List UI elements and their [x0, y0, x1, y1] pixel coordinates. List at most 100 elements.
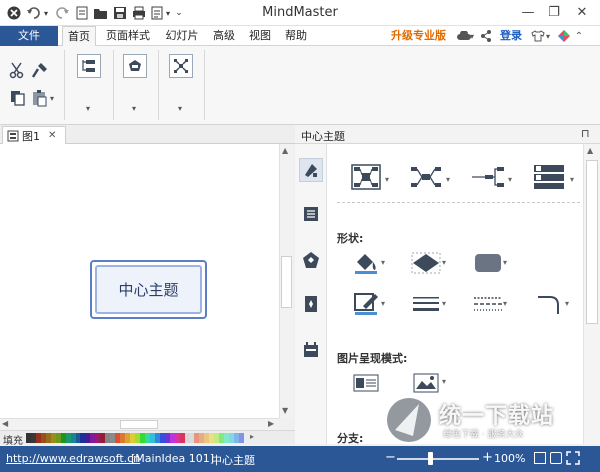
image-left-button[interactable] [349, 368, 383, 398]
title-bar: ▾ ▾ ⌄ MindMaster — ❐ ✕ [0, 0, 600, 26]
selected-topic-name: 中心主题 [211, 454, 255, 467]
panel-scroll-up-icon[interactable]: ▲ [587, 146, 593, 155]
cloud-dropdown-icon[interactable]: ▾ [468, 28, 476, 44]
collapse-ribbon-icon[interactable]: ⌃ [574, 28, 584, 44]
line-dash-button[interactable] [471, 289, 505, 319]
shape-section-label: 形状: [337, 232, 364, 245]
line-weight-button[interactable] [409, 289, 443, 319]
layout-map-button[interactable] [349, 162, 383, 192]
selection-info: [MainIdea 101] [131, 452, 215, 465]
edraw-logo-icon[interactable] [556, 28, 572, 44]
paste-icon[interactable] [30, 88, 50, 108]
topic-dropdown-icon[interactable]: ▾ [86, 104, 90, 113]
ribbon-tabs: 文件 首页 页面样式 幻灯片 高级 视图 帮助 升级专业版 ▾ 登录 ▾ ⌃ [0, 26, 600, 47]
tab-home[interactable]: 首页 [62, 26, 96, 47]
fit-width-icon[interactable] [550, 452, 562, 464]
outline-tab-icon[interactable] [299, 202, 323, 226]
scroll-left-icon[interactable]: ◀ [2, 419, 8, 428]
style-tab-icon[interactable] [299, 158, 323, 182]
insert-topic-button[interactable] [77, 54, 101, 78]
layout-dropdown-icon[interactable]: ▾ [178, 104, 182, 113]
clipart-tab-icon[interactable] [299, 248, 323, 272]
shape-diamond-dropdown-icon[interactable]: ▾ [442, 258, 446, 267]
scroll-up-icon[interactable]: ▲ [282, 146, 288, 155]
canvas-horizontal-scrollbar[interactable]: ◀ ▶ [0, 418, 279, 430]
calendar-tab-icon[interactable] [299, 338, 323, 362]
ribbon-separator [113, 50, 114, 120]
line-dash-dropdown-icon[interactable]: ▾ [503, 299, 507, 308]
close-button[interactable]: ✕ [570, 2, 594, 22]
tab-page-style[interactable]: 页面样式 [100, 26, 156, 46]
horizontal-scroll-thumb[interactable] [120, 420, 158, 429]
corner-style-button[interactable] [532, 289, 566, 319]
canvas-vertical-scrollbar[interactable]: ▲ ▼ [279, 144, 293, 418]
format-painter-icon[interactable] [30, 60, 50, 80]
cut-icon[interactable] [8, 60, 28, 80]
minimize-button[interactable]: — [516, 2, 540, 22]
image-top-dropdown-icon[interactable]: ▾ [442, 377, 446, 386]
document-icon [7, 130, 19, 141]
login-button[interactable]: 登录 [500, 26, 522, 46]
panel-divider [337, 202, 580, 203]
shape-diamond-button[interactable] [409, 248, 443, 278]
fill-color-dropdown-icon[interactable]: ▾ [381, 258, 385, 267]
layout-list-button[interactable] [532, 162, 566, 192]
layout-tree-button[interactable] [471, 162, 505, 192]
icon-tab-icon[interactable] [299, 292, 323, 316]
image-mode-section-label: 图片呈现模式: [337, 352, 408, 365]
zoom-level: 100% [494, 452, 526, 465]
shape-rounded-rect-button[interactable] [471, 248, 505, 278]
zoom-in-button[interactable]: + [482, 450, 493, 465]
copy-icon[interactable] [8, 88, 28, 108]
color-swatch[interactable] [238, 433, 244, 443]
document-tab[interactable]: 图1 ✕ [2, 126, 66, 144]
layout-map-dropdown-icon[interactable]: ▾ [385, 175, 389, 184]
layout-both-sides-button[interactable] [409, 162, 443, 192]
tab-file[interactable]: 文件 [0, 26, 58, 46]
tab-slides[interactable]: 幻灯片 [160, 26, 204, 46]
scroll-right-icon[interactable]: ▶ [268, 419, 274, 428]
central-topic[interactable]: 中心主题 [90, 260, 207, 319]
palette-swatches[interactable] [26, 433, 244, 443]
fit-page-icon[interactable] [534, 452, 546, 464]
scroll-down-icon[interactable]: ▼ [282, 406, 288, 415]
share-icon[interactable] [478, 28, 494, 44]
panel-sidebar [295, 144, 327, 444]
layout-button[interactable] [169, 54, 193, 78]
close-tab-icon[interactable]: ✕ [48, 130, 56, 141]
layout-list-dropdown-icon[interactable]: ▾ [570, 175, 574, 184]
zoom-slider-thumb[interactable] [427, 452, 433, 465]
skin-dropdown-icon[interactable]: ▾ [544, 28, 552, 44]
corner-style-dropdown-icon[interactable]: ▾ [565, 299, 569, 308]
color-palette: 填充 ▸ [0, 430, 295, 447]
vertical-scroll-thumb[interactable] [281, 256, 292, 308]
website-link[interactable]: http://www.edrawsoft.cn [6, 452, 140, 465]
ribbon-separator [64, 50, 65, 120]
central-topic-label: 中心主题 [95, 265, 202, 314]
layout-tree-dropdown-icon[interactable]: ▾ [508, 175, 512, 184]
tab-help[interactable]: 帮助 [280, 26, 312, 46]
layout-both-sides-dropdown-icon[interactable]: ▾ [446, 175, 450, 184]
panel-title: 中心主题 [301, 130, 345, 143]
watermark: 统一下载站 绿色下载 · 服务大众 [385, 386, 600, 452]
insert-shape-button[interactable] [123, 54, 147, 78]
restore-button[interactable]: ❐ [542, 2, 566, 22]
line-color-button[interactable] [349, 289, 383, 319]
fill-palette-label: 填充 [3, 436, 23, 447]
panel-scroll-thumb[interactable] [586, 160, 598, 324]
pin-panel-icon[interactable]: ⊓ [581, 127, 590, 140]
shape-rounded-rect-dropdown-icon[interactable]: ▾ [503, 258, 507, 267]
line-weight-dropdown-icon[interactable]: ▾ [442, 299, 446, 308]
fill-color-button[interactable] [349, 248, 383, 278]
tab-advanced[interactable]: 高级 [208, 26, 240, 46]
line-color-dropdown-icon[interactable]: ▾ [381, 299, 385, 308]
zoom-out-button[interactable]: − [385, 450, 396, 465]
palette-scroll-icon[interactable]: ▸ [250, 432, 254, 441]
upgrade-button[interactable]: 升级专业版 [391, 26, 446, 46]
watermark-text: 统一下载站 [439, 404, 555, 429]
fullscreen-icon[interactable] [566, 451, 580, 465]
zoom-slider[interactable] [397, 458, 479, 460]
shape-dropdown-icon[interactable]: ▾ [132, 104, 136, 113]
paste-dropdown-icon[interactable]: ▾ [50, 94, 54, 103]
tab-view[interactable]: 视图 [244, 26, 276, 46]
